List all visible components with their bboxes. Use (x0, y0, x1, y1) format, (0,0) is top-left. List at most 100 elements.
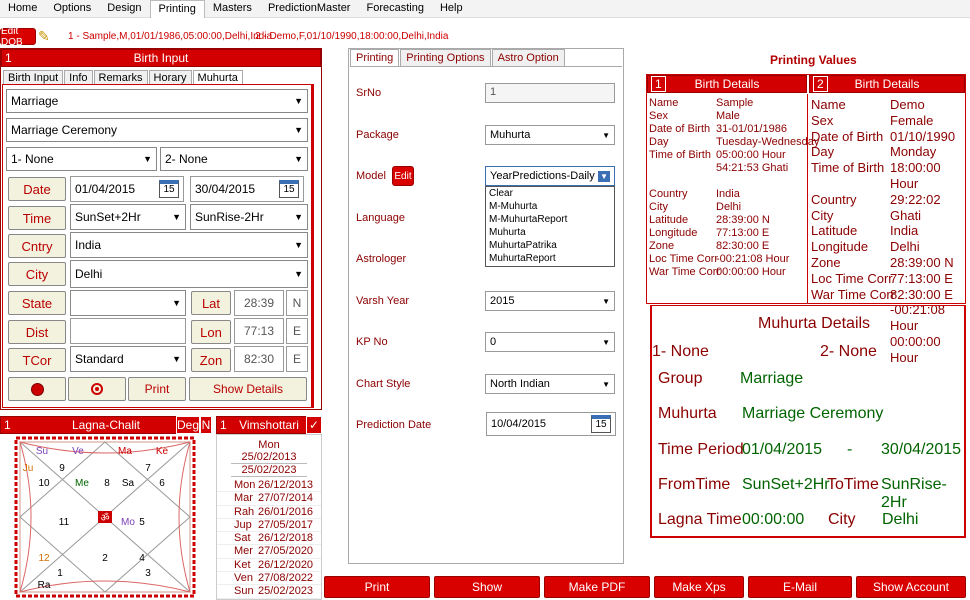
lagna-label: 5 (139, 517, 145, 528)
menu-item-predictionmaster[interactable]: PredictionMaster (260, 0, 359, 18)
state-select[interactable]: ▼ (70, 290, 186, 316)
lagna-label: Ma (118, 446, 132, 457)
model-edit-button[interactable]: Edit (392, 166, 414, 186)
group-select[interactable]: Marriage ▼ (6, 89, 308, 113)
menu-item-masters[interactable]: Masters (205, 0, 260, 18)
menu-item-home[interactable]: Home (0, 0, 45, 18)
muhurta-select[interactable]: Marriage Ceremony ▼ (6, 118, 308, 142)
panel-number: 1 (5, 51, 12, 65)
model-option[interactable]: Muhurta (489, 226, 614, 239)
target-button[interactable] (68, 377, 126, 401)
tab-horary[interactable]: Horary (148, 70, 192, 85)
tab-astro-option[interactable]: Astro Option (491, 49, 565, 66)
model-option[interactable]: MuhurtaPatrika (489, 239, 614, 252)
lat-button[interactable]: Lat (191, 291, 231, 315)
menu-item-help[interactable]: Help (432, 0, 471, 18)
model-option[interactable]: M-Muhurta (489, 200, 614, 213)
n-button[interactable]: N (200, 416, 212, 434)
date-to-value: 30/04/2015 (195, 182, 256, 196)
tcor-button[interactable]: TCor (8, 348, 66, 372)
state-button[interactable]: State (8, 291, 66, 315)
city-button[interactable]: City (8, 262, 66, 286)
date-button[interactable]: Date (8, 177, 66, 201)
lagna-label: 10 (38, 478, 50, 489)
lon-dir[interactable]: E (286, 318, 308, 344)
srno-field[interactable]: 1 (485, 83, 615, 103)
tab-muhurta[interactable]: Muhurta (192, 70, 243, 85)
date-from-value: 01/04/2015 (75, 182, 136, 196)
menu-item-forecasting[interactable]: Forecasting (358, 0, 431, 18)
chart-style-select[interactable]: North Indian ▼ (485, 374, 615, 394)
chevron-down-icon: ▼ (294, 125, 303, 135)
zon-field[interactable]: 82:30 (234, 346, 284, 372)
md-time-period-key: Time Period (658, 441, 744, 458)
time-to-select[interactable]: SunRise-2Hr ▼ (190, 204, 308, 230)
model-option[interactable]: M-MuhurtaReport (489, 213, 614, 226)
country-button[interactable]: Cntry (8, 234, 66, 258)
show-account-button[interactable]: Show Account (856, 576, 966, 598)
lagna-label: Ke (156, 446, 169, 457)
e-mail-button[interactable]: E-Mail (748, 576, 852, 598)
lagna-label: 11 (59, 517, 70, 528)
chevron-down-icon: ▼ (143, 154, 152, 164)
tcor-select[interactable]: Standard ▼ (70, 346, 186, 372)
tab-printing-options[interactable]: Printing Options (400, 49, 491, 66)
person1-select[interactable]: 1- None ▼ (6, 147, 157, 171)
edit-dob-button[interactable]: Edit DOB (0, 26, 36, 48)
show-button[interactable]: Show (434, 576, 540, 598)
print-small-button[interactable]: Print (128, 377, 186, 401)
tab-remarks[interactable]: Remarks (93, 70, 148, 85)
edit-dob-label: Edit DOB (0, 26, 36, 48)
date-from-field[interactable]: 01/04/2015 15 (70, 176, 184, 202)
dasha-planet: Ven (234, 572, 253, 585)
dasha-planet: Sun (234, 585, 254, 598)
prediction-date-field[interactable]: 10/04/2015 15 (486, 412, 616, 436)
tab-info[interactable]: Info (64, 70, 93, 85)
city-select[interactable]: Delhi ▼ (70, 260, 308, 288)
time-button[interactable]: Time (8, 206, 66, 230)
model-option[interactable]: MuhurtaReport (489, 252, 614, 265)
menu-item-options[interactable]: Options (45, 0, 99, 18)
calendar-icon[interactable]: 15 (591, 415, 611, 433)
person2-select[interactable]: 2- None ▼ (160, 147, 308, 171)
person1-info: 1 - Sample,M,01/01/1986,05:00:00,Delhi,I… (68, 31, 273, 42)
zon-button[interactable]: Zon (191, 348, 231, 372)
birth-detail-key: Date of Birth (811, 128, 884, 144)
make-xps-button[interactable]: Make Xps (654, 576, 744, 598)
tab-birth-input[interactable]: Birth Input (3, 70, 64, 85)
check-button[interactable]: ✓ (306, 416, 322, 434)
calendar-icon[interactable]: 15 (159, 180, 179, 198)
birth-detail-key: Latitude (649, 214, 689, 226)
dist-button[interactable]: Dist (8, 320, 66, 344)
calendar-icon[interactable]: 15 (279, 180, 299, 198)
time-from-select[interactable]: SunSet+2Hr ▼ (70, 204, 186, 230)
lat-field[interactable]: 28:39 (234, 290, 284, 316)
dasha-row: Jup 27/05/2017 (217, 519, 321, 533)
show-details-button[interactable]: Show Details (189, 377, 307, 401)
panel-title: Birth Input (133, 51, 189, 65)
print-button[interactable]: Print (324, 576, 430, 598)
md-lagna-time-key: Lagna Time (658, 511, 742, 528)
menu-item-design[interactable]: Design (99, 0, 149, 18)
kp-select[interactable]: 0 ▼ (485, 332, 615, 352)
date-to-field[interactable]: 30/04/2015 15 (190, 176, 304, 202)
zon-dir[interactable]: E (286, 346, 308, 372)
country-select[interactable]: India ▼ (70, 232, 308, 258)
pencil-icon[interactable]: ✎ (38, 28, 54, 44)
lat-dir[interactable]: N (286, 290, 308, 316)
lon-field[interactable]: 77:13 (234, 318, 284, 344)
country-value: India (75, 238, 102, 252)
dist-field[interactable] (70, 318, 186, 344)
tab-printing[interactable]: Printing (350, 49, 400, 66)
make-pdf-button[interactable]: Make PDF (544, 576, 650, 598)
model-select[interactable]: YearPredictions-Daily ▼ (485, 166, 615, 186)
menu-item-printing[interactable]: Printing (149, 0, 205, 18)
varsh-select[interactable]: 2015 ▼ (485, 291, 615, 311)
deg-button[interactable]: Deg (176, 416, 200, 434)
model-option[interactable]: Clear (489, 187, 614, 200)
lon-button[interactable]: Lon (191, 320, 231, 344)
dasha-row: Sun 25/02/2023 (217, 585, 321, 599)
package-select[interactable]: Muhurta ▼ (485, 125, 615, 145)
lagna-label: Mo (121, 517, 135, 528)
globe-button[interactable] (8, 377, 66, 401)
